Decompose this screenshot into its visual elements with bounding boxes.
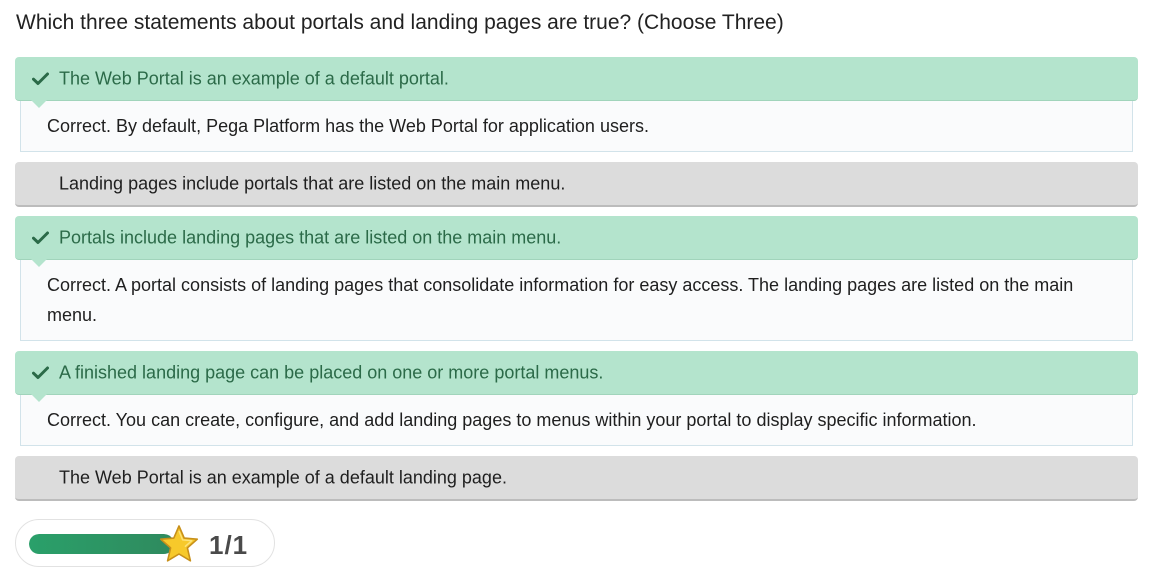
progress-fill: [29, 534, 174, 554]
option-4[interactable]: A finished landing page can be placed on…: [15, 351, 1138, 402]
score-text: 1/1: [209, 530, 249, 560]
option-label: The Web Portal is an example of a defaul…: [59, 68, 449, 88]
question-text: Which three statements about portals and…: [16, 11, 784, 34]
option-5[interactable]: The Web Portal is an example of a defaul…: [15, 456, 1138, 501]
option-4-feedback: Correct. You can create, configure, and …: [20, 395, 1133, 446]
option-1-feedback: Correct. By default, Pega Platform has t…: [20, 101, 1133, 152]
option-3[interactable]: Portals include landing pages that are l…: [15, 216, 1138, 267]
option-label: The Web Portal is an example of a defaul…: [59, 467, 507, 487]
score-widget: 1/1: [15, 519, 275, 567]
option-label: Landing pages include portals that are l…: [59, 173, 566, 193]
option-label: A finished landing page can be placed on…: [59, 362, 604, 382]
progress-bar: [29, 534, 174, 554]
option-2[interactable]: Landing pages include portals that are l…: [15, 162, 1138, 207]
option-1[interactable]: The Web Portal is an example of a defaul…: [15, 57, 1138, 108]
option-label: Portals include landing pages that are l…: [59, 227, 562, 247]
check-icon: [31, 230, 50, 246]
check-icon: [31, 71, 50, 87]
star-icon: [158, 524, 200, 564]
check-icon: [31, 365, 50, 381]
option-3-feedback: Correct. A portal consists of landing pa…: [20, 260, 1133, 341]
answer-options: The Web Portal is an example of a defaul…: [15, 57, 1138, 501]
